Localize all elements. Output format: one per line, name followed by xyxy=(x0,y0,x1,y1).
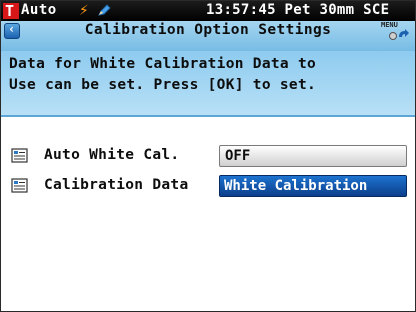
status-info: 13:57:45 Pet 30mm SCE xyxy=(206,2,390,18)
mode-badge: T xyxy=(3,2,19,20)
instruction-message: Data for White Calibration Data to Use c… xyxy=(1,51,415,117)
setting-row-auto-white-cal[interactable]: Auto White Cal. OFF xyxy=(1,145,415,167)
device-screen: T Auto ⚡ 13:57:45 Pet 30mm SCE ‹ Calibra… xyxy=(0,0,416,312)
message-divider xyxy=(1,115,415,117)
auto-white-cal-field[interactable]: OFF xyxy=(219,145,407,167)
auto-white-cal-value: OFF xyxy=(225,148,251,164)
lightning-icon: ⚡ xyxy=(79,0,89,19)
page-title: Calibration Option Settings xyxy=(84,22,332,38)
menu-button[interactable]: MENU xyxy=(381,21,411,43)
calibration-data-field[interactable]: White Calibration xyxy=(219,175,407,197)
message-line-1: Data for White Calibration Data to xyxy=(9,56,317,72)
setting-label-calibration-data: Calibration Data xyxy=(44,177,189,193)
setting-label-auto-white-cal: Auto White Cal. xyxy=(44,147,180,163)
mode-letter: T xyxy=(5,2,15,20)
setting-list-icon xyxy=(11,148,28,163)
setting-row-calibration-data[interactable]: Calibration Data White Calibration xyxy=(1,175,415,197)
pencil-icon xyxy=(98,4,111,16)
status-bar: T Auto ⚡ 13:57:45 Pet 30mm SCE xyxy=(1,0,415,21)
title-bar: ‹ Calibration Option Settings MENU xyxy=(1,21,415,51)
setting-list-icon xyxy=(11,178,28,193)
calibration-data-value: White Calibration xyxy=(224,178,368,194)
message-line-2: Use can be set. Press [OK] to set. xyxy=(9,77,317,93)
mode-label: Auto xyxy=(21,2,57,18)
menu-label: MENU xyxy=(381,21,398,29)
menu-return-icon xyxy=(389,29,409,40)
